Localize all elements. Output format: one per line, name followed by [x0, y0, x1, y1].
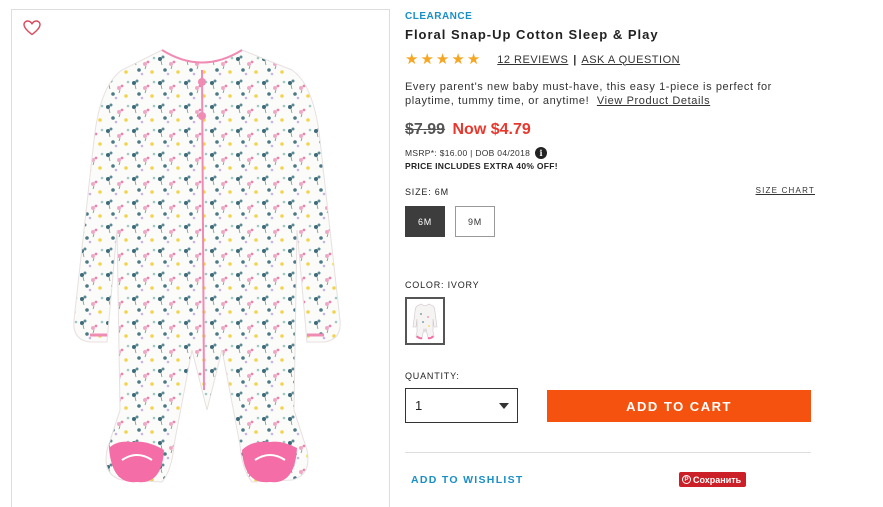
msrp-line: MSRP*: $16.00 | DOB 04/2018 i	[405, 147, 548, 159]
view-details-link[interactable]: View Product Details	[597, 95, 710, 107]
size-option-6m[interactable]: 6M	[405, 206, 445, 237]
product-photo[interactable]	[52, 30, 352, 500]
chevron-down-icon	[499, 402, 509, 409]
star-rating: ★ ★ ★ ★ ★	[405, 52, 480, 67]
pinterest-save-label: Сохранить	[693, 474, 742, 485]
divider	[405, 452, 811, 453]
clearance-badge: CLEARANCE	[405, 11, 473, 22]
product-image-panel	[11, 9, 390, 507]
star-icon: ★	[405, 51, 419, 68]
description-text: Every parent's new baby must-have, this …	[405, 81, 772, 107]
pinterest-save-button[interactable]: P Сохранить	[679, 472, 747, 487]
reviews-link[interactable]: 12 REVIEWS	[497, 54, 568, 66]
size-label: SIZE: 6M	[405, 187, 449, 197]
color-swatch-ivory[interactable]	[405, 297, 445, 345]
quantity-value: 1	[415, 398, 423, 413]
swatch-thumbnail	[412, 303, 438, 340]
separator: |	[573, 53, 577, 66]
size-option-9m[interactable]: 9M	[455, 206, 495, 237]
star-icon: ★	[451, 51, 465, 68]
product-details: CLEARANCE Floral Snap-Up Cotton Sleep & …	[405, 0, 815, 507]
product-description: Every parent's new baby must-have, this …	[405, 80, 810, 108]
color-label: COLOR: IVORY	[405, 280, 480, 290]
price-row: $7.99 Now $4.79	[405, 121, 531, 139]
add-to-wishlist-link[interactable]: ADD TO WISHLIST	[411, 474, 524, 486]
rating-row: ★ ★ ★ ★ ★ 12 REVIEWS | ASK A QUESTION	[405, 52, 680, 67]
quantity-label: QUANTITY:	[405, 371, 460, 381]
sale-price: Now $4.79	[452, 121, 531, 138]
heart-icon[interactable]	[23, 20, 41, 36]
quantity-select[interactable]: 1	[405, 388, 518, 423]
star-icon: ★	[435, 51, 450, 68]
old-price: $7.99	[405, 121, 446, 138]
add-to-cart-button[interactable]: ADD TO CART	[547, 390, 811, 422]
size-options: 6M 9M	[405, 206, 495, 237]
ask-question-link[interactable]: ASK A QUESTION	[581, 54, 680, 66]
extra-discount-note: PRICE INCLUDES EXTRA 40% OFF!	[405, 161, 558, 171]
star-icon: ★	[420, 51, 434, 68]
pinterest-icon: P	[682, 475, 691, 484]
msrp-text: MSRP*: $16.00 | DOB 04/2018	[405, 148, 531, 158]
info-icon[interactable]: i	[535, 147, 548, 159]
product-title: Floral Snap-Up Cotton Sleep & Play	[405, 27, 659, 42]
star-icon: ★	[466, 51, 481, 68]
size-chart-link[interactable]: SIZE CHART	[756, 186, 815, 195]
